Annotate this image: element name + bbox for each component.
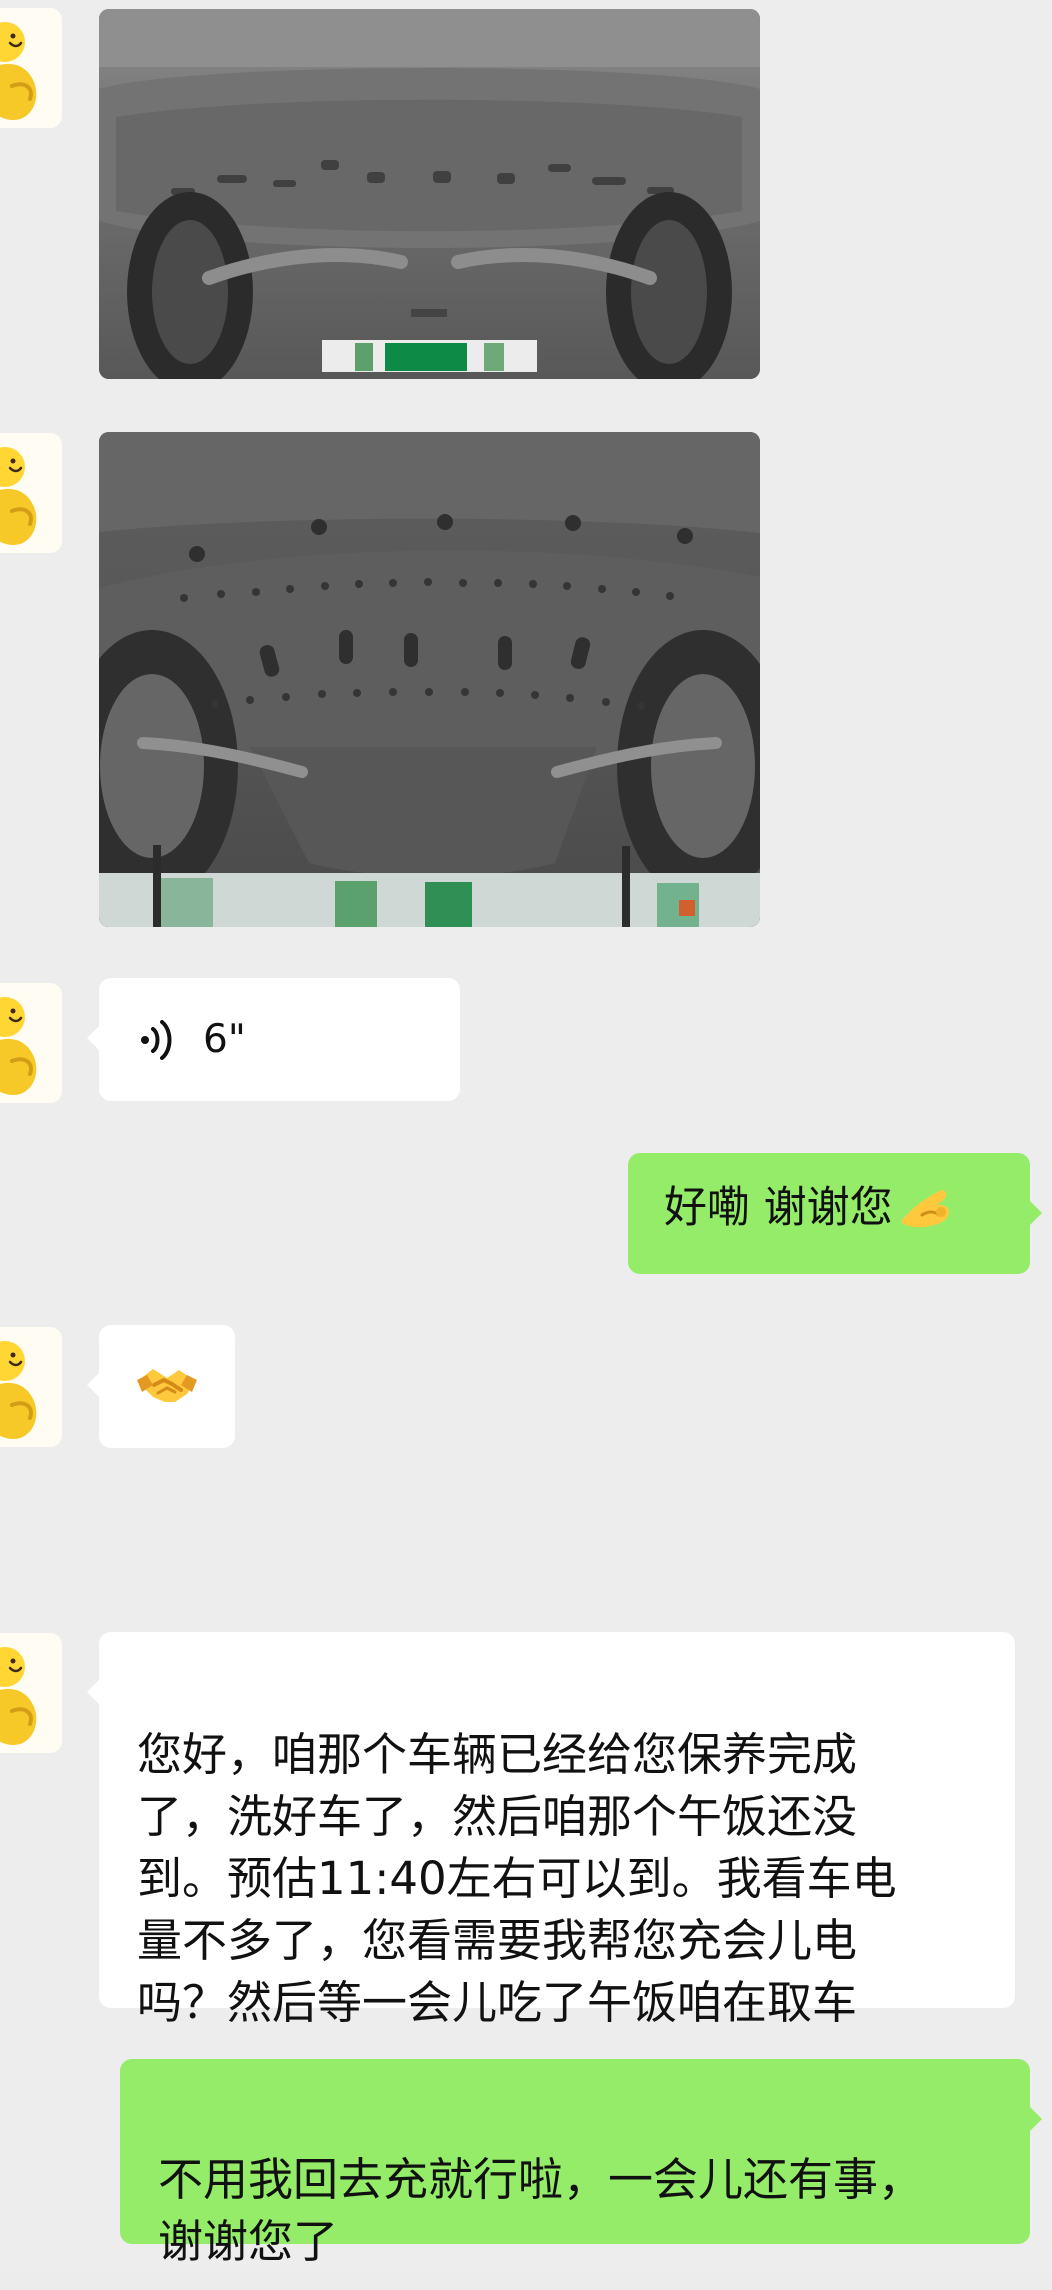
avatar-icon <box>0 8 62 128</box>
contact-avatar[interactable] <box>0 433 62 553</box>
handshake-emoji-bubble[interactable] <box>87 1325 235 1448</box>
message-text: 您好，咱那个车辆已经给您保养完成 了，洗好车了，然后咱那个午饭还没 到。预估11… <box>137 1728 897 2029</box>
car-underside-photo-2[interactable] <box>99 432 760 927</box>
incoming-message-bubble[interactable]: 您好，咱那个车辆已经给您保养完成 了，洗好车了，然后咱那个午饭还没 到。预估11… <box>87 1632 1015 2029</box>
voice-message-bubble[interactable]: 6" <box>87 978 460 1101</box>
avatar-icon <box>0 1327 62 1447</box>
avatar-icon <box>0 983 62 1103</box>
chat-thread[interactable]: 6" 好嘞 谢谢您 您好，咱那个车辆已经给您保养完成 了，洗好车了，然后咱那个午… <box>0 0 1052 2290</box>
message-text: 好嘞 谢谢您 <box>664 1183 893 1233</box>
handshake-emoji <box>136 1360 198 1410</box>
bottom-edge <box>0 2270 1052 2290</box>
outgoing-message-bubble[interactable]: 好嘞 谢谢您 <box>628 1153 1042 1274</box>
avatar-icon <box>0 433 62 553</box>
contact-avatar[interactable] <box>0 983 62 1103</box>
contact-avatar[interactable] <box>0 1327 62 1447</box>
outgoing-message-bubble[interactable]: 不用我回去充就行啦，一会儿还有事， 谢谢您了 <box>120 2059 1042 2268</box>
ok-hand-emoji <box>897 1180 955 1234</box>
contact-avatar[interactable] <box>0 8 62 128</box>
car-underside-image <box>99 432 760 927</box>
car-underside-image <box>99 9 760 379</box>
contact-avatar[interactable] <box>0 1633 62 1753</box>
voice-message-icon <box>137 1016 177 1064</box>
message-text: 不用我回去充就行啦，一会儿还有事， 谢谢您了 <box>158 2153 924 2268</box>
car-underside-photo-1[interactable] <box>99 9 760 379</box>
voice-duration: 6" <box>203 1017 246 1062</box>
avatar-icon <box>0 1633 62 1753</box>
